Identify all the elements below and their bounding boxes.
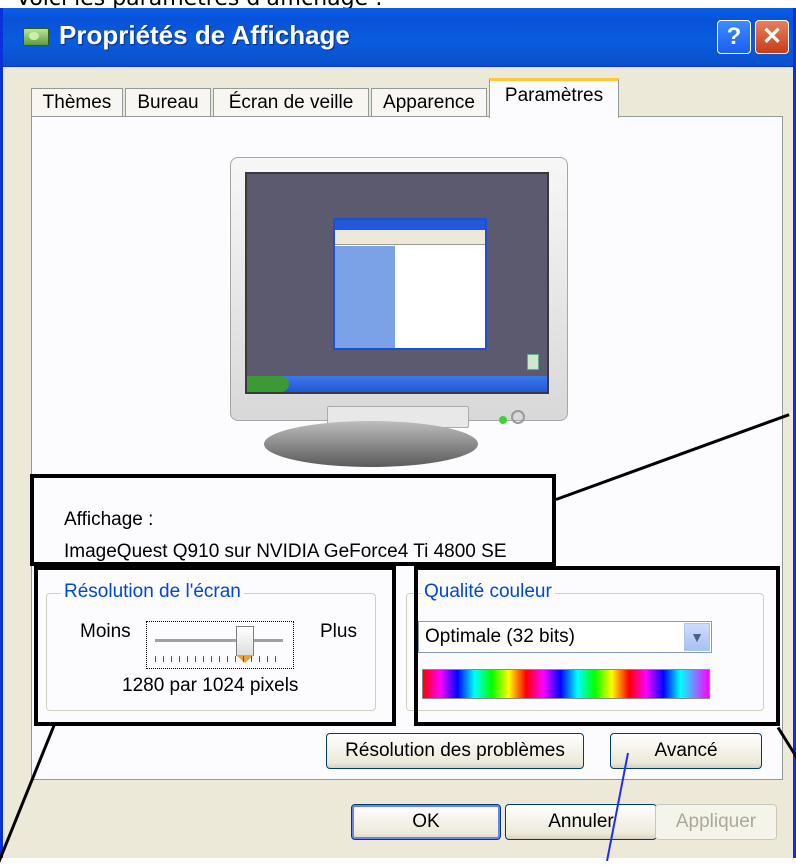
monitor-preview (230, 157, 568, 428)
recycle-bin-icon (527, 354, 539, 370)
annotation-box-display (30, 474, 556, 566)
power-led-icon (499, 416, 507, 424)
ok-button[interactable]: OK (351, 804, 501, 840)
tab-ecran-de-veille[interactable]: Écran de veille (213, 88, 369, 116)
display-properties-dialog: Propriétés de Affichage ? ✕ Thèmes Burea… (0, 8, 796, 858)
close-button[interactable]: ✕ (755, 20, 789, 54)
tab-apparence[interactable]: Apparence (371, 88, 487, 116)
start-button-image (247, 376, 289, 392)
power-knob-icon (511, 410, 525, 424)
window-title: Propriétés de Affichage (59, 20, 350, 50)
advanced-button[interactable]: Avancé (610, 733, 762, 769)
tab-parametres[interactable]: Paramètres (489, 78, 619, 118)
preview-taskbar (247, 376, 547, 392)
monitor-stand (264, 421, 478, 467)
tab-themes[interactable]: Thèmes (31, 88, 123, 116)
annotation-box-color (414, 566, 780, 726)
troubleshoot-button[interactable]: Résolution des problèmes (326, 733, 584, 769)
annotation-box-resolution (34, 566, 396, 726)
title-bar[interactable]: Propriétés de Affichage ? ✕ (3, 8, 793, 67)
preview-window-image (333, 218, 487, 350)
tab-bureau[interactable]: Bureau (125, 88, 211, 116)
apply-button[interactable]: Appliquer (655, 804, 777, 840)
display-icon (23, 28, 49, 46)
cancel-button[interactable]: Annuler (505, 804, 657, 840)
help-button[interactable]: ? (717, 20, 751, 54)
monitor-screen (245, 172, 549, 394)
